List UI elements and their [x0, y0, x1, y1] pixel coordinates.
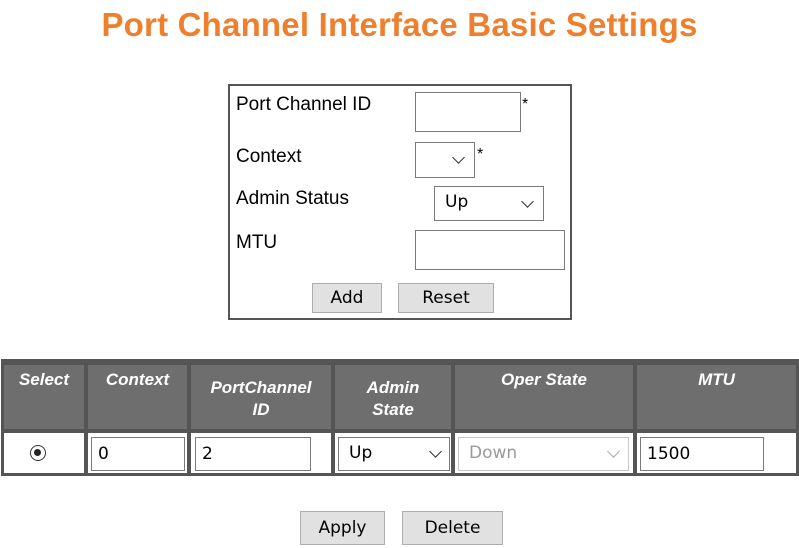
row-portchannel-id-input[interactable]	[195, 437, 311, 471]
header-portchannel-id: PortChannel ID	[191, 365, 331, 429]
port-channel-id-input[interactable]	[415, 92, 521, 132]
reset-button[interactable]: Reset	[398, 283, 494, 313]
row-admin-state-select[interactable]: Up	[338, 437, 450, 471]
header-select: Select	[4, 365, 84, 429]
header-mtu: MTU	[637, 365, 796, 429]
page-title: Port Channel Interface Basic Settings	[101, 6, 698, 43]
row-select-radio[interactable]	[30, 445, 46, 461]
chevron-down-icon	[521, 195, 534, 208]
table-row	[4, 433, 84, 473]
header-context: Context	[88, 365, 187, 429]
row-oper-state-select: Down	[458, 437, 629, 471]
add-port-channel-form: Port Channel ID * Context * Admin Status…	[228, 84, 572, 320]
chevron-down-icon	[607, 445, 620, 458]
required-mark: *	[477, 146, 484, 163]
chevron-down-icon	[452, 151, 465, 164]
admin-status-label: Admin Status	[236, 188, 349, 209]
port-channel-table: Select Context PortChannel ID Admin Stat…	[1, 359, 799, 476]
mtu-input[interactable]	[415, 230, 565, 270]
row-mtu-input[interactable]	[640, 437, 764, 471]
admin-status-select[interactable]: Up	[434, 186, 544, 221]
required-mark: *	[522, 96, 529, 113]
delete-button[interactable]: Delete	[402, 511, 503, 545]
mtu-label: MTU	[236, 232, 278, 253]
header-admin-state: Admin State	[335, 365, 451, 429]
chevron-down-icon	[429, 445, 442, 458]
port-channel-id-label: Port Channel ID	[236, 94, 372, 115]
apply-button[interactable]: Apply	[300, 511, 385, 545]
header-oper-state: Oper State	[455, 365, 633, 429]
add-button[interactable]: Add	[312, 283, 382, 313]
context-label: Context	[236, 146, 302, 167]
context-select[interactable]	[415, 142, 475, 178]
row-context-input[interactable]	[91, 437, 185, 471]
